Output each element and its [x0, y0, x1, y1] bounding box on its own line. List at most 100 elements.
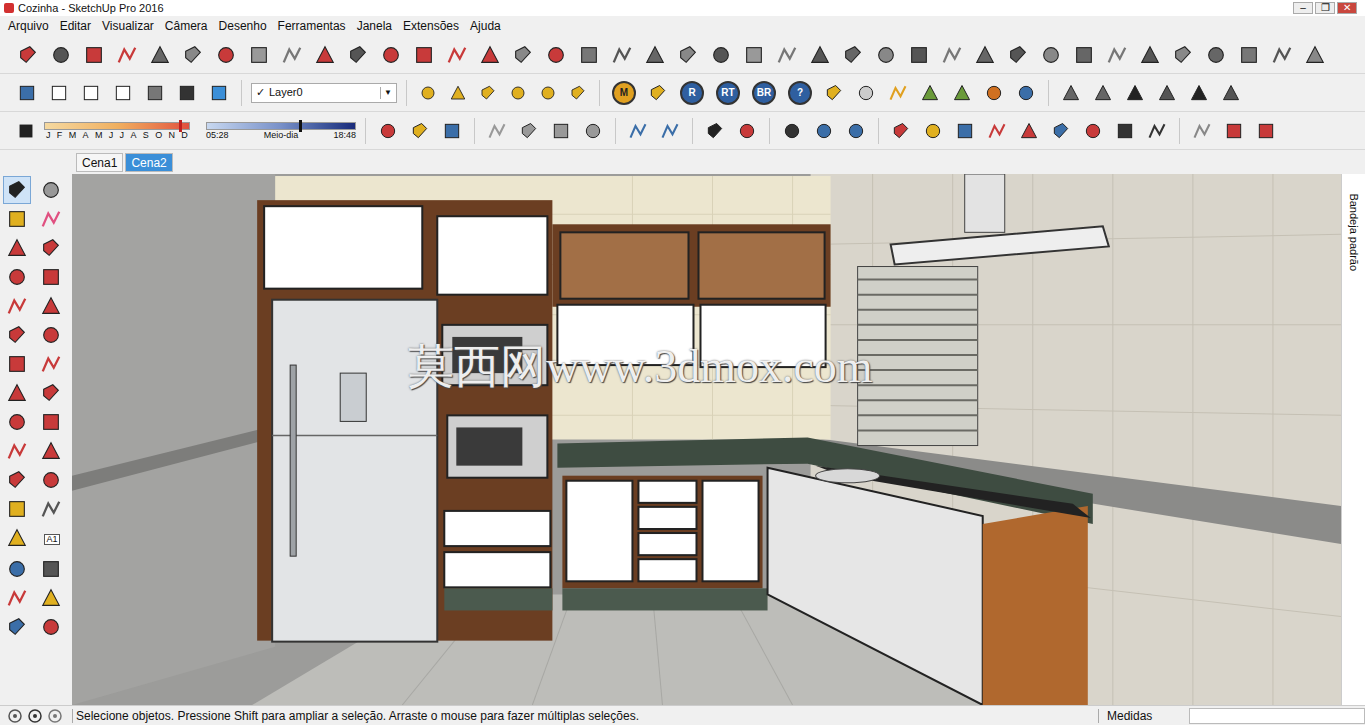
tool-icon[interactable]: [37, 321, 65, 349]
tool-icon[interactable]: [952, 118, 978, 144]
tool-icon[interactable]: [3, 292, 31, 320]
status-icon[interactable]: [8, 709, 22, 723]
tool-icon[interactable]: [3, 234, 31, 262]
tool-icon[interactable]: [416, 81, 440, 105]
tool-icon[interactable]: [46, 80, 72, 106]
tool-icon[interactable]: [407, 118, 433, 144]
tool-icon[interactable]: [37, 555, 65, 583]
tool-icon[interactable]: [484, 118, 510, 144]
tool-icon[interactable]: [641, 41, 669, 69]
tool-icon[interactable]: [142, 80, 168, 106]
text-tool-icon[interactable]: A1: [37, 524, 67, 554]
tool-icon[interactable]: [506, 81, 530, 105]
tool-icon[interactable]: [37, 205, 65, 233]
tool-icon[interactable]: [1144, 118, 1170, 144]
tool-icon[interactable]: [3, 495, 31, 523]
tool-icon[interactable]: [37, 176, 65, 204]
tool-icon[interactable]: [839, 41, 867, 69]
tool-icon[interactable]: [446, 81, 470, 105]
tool-icon[interactable]: [1013, 80, 1039, 106]
menu-item[interactable]: Ajuda: [470, 20, 501, 32]
tool-icon[interactable]: [971, 41, 999, 69]
tool-icon[interactable]: [476, 81, 500, 105]
tool-icon[interactable]: [439, 118, 465, 144]
default-tray[interactable]: Bandeja padrão: [1341, 174, 1365, 705]
viewport[interactable]: 莫西网www.3dmox.com: [72, 174, 1341, 705]
tool-icon[interactable]: [14, 41, 42, 69]
tool-icon[interactable]: [3, 263, 31, 291]
tool-icon[interactable]: [542, 41, 570, 69]
tool-icon[interactable]: [1221, 118, 1247, 144]
tool-icon[interactable]: [779, 118, 805, 144]
tool-icon[interactable]: [938, 41, 966, 69]
tool-icon[interactable]: [773, 41, 801, 69]
tool-icon[interactable]: [3, 613, 31, 641]
tool-icon[interactable]: [608, 41, 636, 69]
plugin-badge[interactable]: BR: [752, 81, 776, 105]
tool-icon[interactable]: [707, 41, 735, 69]
tool-icon[interactable]: [1202, 41, 1230, 69]
tool-icon[interactable]: [920, 118, 946, 144]
tool-icon[interactable]: [657, 118, 683, 144]
tool-icon[interactable]: [37, 437, 65, 465]
tool-icon[interactable]: [37, 263, 65, 291]
tool-icon[interactable]: [548, 118, 574, 144]
tool-icon[interactable]: [443, 41, 471, 69]
tool-icon[interactable]: [872, 41, 900, 69]
menu-item[interactable]: Janela: [357, 20, 392, 32]
tool-icon[interactable]: [14, 80, 40, 106]
tool-icon[interactable]: [734, 118, 760, 144]
menu-item[interactable]: Arquivo: [8, 20, 49, 32]
menu-item[interactable]: Visualizar: [102, 20, 154, 32]
tool-icon[interactable]: [1103, 41, 1131, 69]
scene-tab[interactable]: Cena1: [76, 153, 123, 172]
tool-icon[interactable]: [536, 81, 560, 105]
tool-icon[interactable]: [212, 41, 240, 69]
tool-icon[interactable]: [3, 555, 31, 583]
tool-icon[interactable]: [37, 466, 65, 494]
tool-icon[interactable]: [78, 80, 104, 106]
tool-icon[interactable]: [1268, 41, 1296, 69]
plugin-badge[interactable]: ?: [788, 81, 812, 105]
tool-icon[interactable]: [37, 584, 65, 612]
tool-icon[interactable]: [1058, 80, 1084, 106]
tool-icon[interactable]: [1080, 118, 1106, 144]
tool-icon[interactable]: [206, 80, 232, 106]
tool-icon[interactable]: [509, 41, 537, 69]
tool-icon[interactable]: [1301, 41, 1329, 69]
tool-icon[interactable]: [1070, 41, 1098, 69]
tool-icon[interactable]: [1048, 118, 1074, 144]
tool-icon[interactable]: [1136, 41, 1164, 69]
tool-icon[interactable]: [811, 118, 837, 144]
tool-icon[interactable]: [14, 119, 38, 143]
time-slider[interactable]: 05:28Meio-dia18:48: [206, 122, 356, 140]
tool-icon[interactable]: [566, 81, 590, 105]
tool-icon[interactable]: [1037, 41, 1065, 69]
tool-icon[interactable]: [37, 613, 65, 641]
tool-icon[interactable]: [843, 118, 869, 144]
tool-icon[interactable]: [580, 118, 606, 144]
tool-icon[interactable]: [344, 41, 372, 69]
tool-icon[interactable]: [888, 118, 914, 144]
tool-icon[interactable]: [278, 41, 306, 69]
tool-icon[interactable]: [179, 41, 207, 69]
tool-icon[interactable]: [3, 437, 31, 465]
tool-icon[interactable]: [702, 118, 728, 144]
tool-icon[interactable]: [949, 80, 975, 106]
plugin-badge[interactable]: RT: [716, 81, 740, 105]
status-icon[interactable]: [28, 709, 42, 723]
tool-icon[interactable]: [3, 176, 31, 204]
tool-icon[interactable]: [37, 292, 65, 320]
tool-icon[interactable]: [885, 80, 911, 106]
tool-icon[interactable]: [3, 584, 31, 612]
measurements-field[interactable]: [1189, 708, 1365, 724]
tray-label[interactable]: Bandeja padrão: [1345, 193, 1362, 271]
tool-icon[interactable]: [245, 41, 273, 69]
tool-icon[interactable]: [174, 80, 200, 106]
tool-icon[interactable]: [981, 80, 1007, 106]
window-control[interactable]: ❐: [1315, 2, 1335, 14]
tool-icon[interactable]: [674, 41, 702, 69]
plugin-badge[interactable]: M: [612, 81, 636, 105]
tool-icon[interactable]: [821, 80, 847, 106]
tool-icon[interactable]: [80, 41, 108, 69]
